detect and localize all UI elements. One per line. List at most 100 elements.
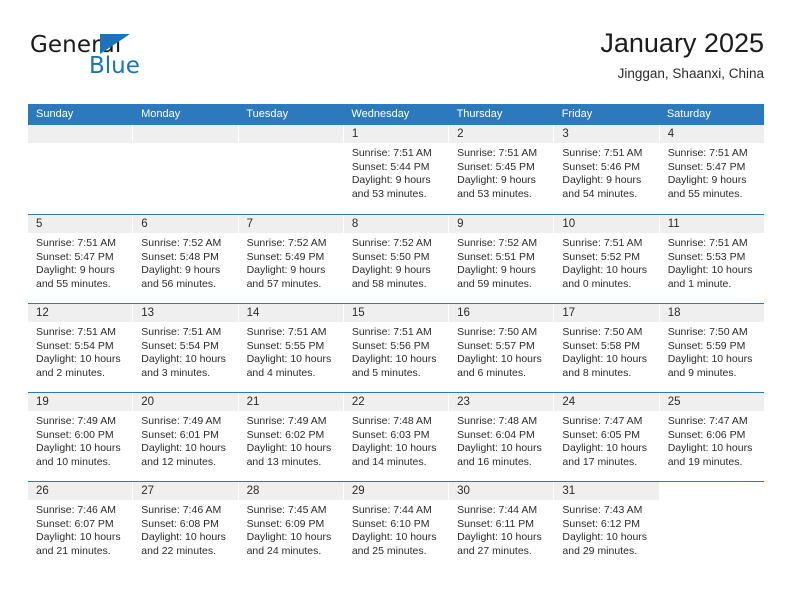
- day-number: 11: [659, 215, 764, 233]
- day-sunset-text: Sunset: 6:11 PM: [457, 517, 534, 530]
- calendar-grid: Sunday Monday Tuesday Wednesday Thursday Frid…: [28, 104, 764, 570]
- day-daylight2-text: and 17 minutes.: [562, 455, 638, 468]
- day-sunrise-text: Sunrise: 7:49 AM: [141, 415, 222, 427]
- day-daylight1-text: Daylight: 10 hours: [457, 531, 542, 544]
- day-sunset-text: Sunset: 5:56 PM: [351, 339, 430, 352]
- calendar-day-cell[interactable]: 17 Sunrise: 7:50 AM Sunset: 5:58 PM Dayligh…: [554, 304, 659, 392]
- day-number: 22: [343, 393, 449, 411]
- weekday-header-friday: Friday: [561, 108, 593, 120]
- day-daylight1-text: Daylight: 10 hours: [246, 531, 332, 544]
- calendar-day-cell[interactable]: 31 Sunrise: 7:43 AM Sunset: 6:12 PM Dayligh…: [554, 482, 659, 570]
- calendar-day-cell[interactable]: 1 Sunrise: 7:51 AM Sunset: 5:44 PM Daylight…: [343, 125, 449, 214]
- weekday-header-tuesday: Tuesday: [246, 108, 289, 120]
- calendar-day-cell[interactable]: 12 Sunrise: 7:51 AM Sunset: 5:54 PM Dayligh…: [28, 304, 133, 392]
- calendar-day-cell[interactable]: 16 Sunrise: 7:50 AM Sunset: 5:57 PM Dayligh…: [449, 304, 554, 392]
- day-sunrise-text: Sunrise: 7:51 AM: [562, 147, 643, 159]
- day-sunrise-text: Sunrise: 7:49 AM: [246, 415, 327, 427]
- calendar-day-cell[interactable]: 7 Sunrise: 7:52 AM Sunset: 5:49 PM Daylight…: [238, 215, 343, 303]
- day-sunrise-text: Sunrise: 7:46 AM: [36, 504, 116, 516]
- day-sunset-text: Sunset: 5:45 PM: [457, 160, 535, 173]
- calendar-week-row: 26 Sunrise: 7:46 AM Sunset: 6:07 PM Dayligh…: [28, 481, 764, 570]
- logo-text-blue: Blue: [89, 53, 140, 79]
- day-number: 8: [343, 215, 449, 233]
- calendar-day-cell[interactable]: 2 Sunrise: 7:51 AM Sunset: 5:45 PM Daylight…: [449, 125, 554, 214]
- day-sunset-text: Sunset: 5:58 PM: [562, 339, 641, 352]
- calendar-day-cell[interactable]: 29 Sunrise: 7:44 AM Sunset: 6:10 PM Dayligh…: [343, 482, 449, 570]
- day-number: 1: [343, 125, 449, 143]
- day-daylight1-text: Daylight: 10 hours: [562, 353, 648, 366]
- page-title: January 2025: [600, 28, 764, 58]
- day-daylight1-text: Daylight: 10 hours: [36, 353, 121, 366]
- day-sun-info: Sunrise: 7:52 AM Sunset: 5:50 PM Daylight:…: [344, 233, 448, 291]
- day-daylight1-text: Daylight: 10 hours: [562, 531, 648, 544]
- day-daylight2-text: and 5 minutes.: [351, 366, 421, 379]
- day-sunrise-text: Sunrise: 7:51 AM: [562, 237, 643, 249]
- day-sunset-text: Sunset: 6:00 PM: [36, 428, 114, 441]
- calendar-day-cell[interactable]: 18 Sunrise: 7:50 AM Sunset: 5:59 PM Dayligh…: [659, 304, 764, 392]
- day-sun-info: Sunrise: 7:50 AM Sunset: 5:59 PM Daylight:…: [660, 322, 764, 380]
- day-daylight2-text: and 16 minutes.: [457, 455, 532, 468]
- day-sunrise-text: Sunrise: 7:48 AM: [351, 415, 432, 427]
- calendar-day-cell[interactable]: 19 Sunrise: 7:49 AM Sunset: 6:00 PM Dayligh…: [28, 393, 133, 481]
- day-daylight2-text: and 25 minutes.: [351, 544, 427, 557]
- calendar-day-cell[interactable]: 22 Sunrise: 7:48 AM Sunset: 6:03 PM Dayligh…: [343, 393, 449, 481]
- calendar-day-cell[interactable]: 26 Sunrise: 7:46 AM Sunset: 6:07 PM Dayligh…: [28, 482, 133, 570]
- day-daylight1-text: Daylight: 9 hours: [36, 264, 115, 277]
- weekday-header-thursday: Thursday: [456, 108, 503, 120]
- day-sunrise-text: Sunrise: 7:44 AM: [351, 504, 432, 516]
- day-daylight1-text: Daylight: 10 hours: [562, 264, 648, 277]
- day-sunset-text: Sunset: 5:44 PM: [351, 160, 430, 173]
- calendar-page: General Blue January 2025 Jinggan, Shaan…: [0, 0, 792, 612]
- calendar-day-cell[interactable]: 10 Sunrise: 7:51 AM Sunset: 5:52 PM Dayligh…: [554, 215, 659, 303]
- day-sun-info: Sunrise: 7:51 AM Sunset: 5:44 PM Daylight:…: [344, 143, 448, 201]
- day-number: 5: [28, 215, 133, 233]
- calendar-day-cell[interactable]: 28 Sunrise: 7:45 AM Sunset: 6:09 PM Dayligh…: [238, 482, 343, 570]
- calendar-day-cell[interactable]: 27 Sunrise: 7:46 AM Sunset: 6:08 PM Dayligh…: [133, 482, 238, 570]
- calendar-day-cell[interactable]: 21 Sunrise: 7:49 AM Sunset: 6:02 PM Dayligh…: [238, 393, 343, 481]
- calendar-day-cell[interactable]: 23 Sunrise: 7:48 AM Sunset: 6:04 PM Dayligh…: [449, 393, 554, 481]
- day-sunset-text: Sunset: 6:08 PM: [141, 517, 219, 530]
- calendar-day-cell[interactable]: 15 Sunrise: 7:51 AM Sunset: 5:56 PM Dayligh…: [343, 304, 449, 392]
- calendar-week-row: 19 Sunrise: 7:49 AM Sunset: 6:00 PM Dayligh…: [28, 392, 764, 481]
- calendar-day-cell[interactable]: 11 Sunrise: 7:51 AM Sunset: 5:53 PM Dayligh…: [659, 215, 764, 303]
- day-sunset-text: Sunset: 5:48 PM: [141, 250, 219, 263]
- day-sun-info: Sunrise: 7:47 AM Sunset: 6:06 PM Daylight:…: [660, 411, 764, 469]
- day-sunrise-text: Sunrise: 7:51 AM: [36, 237, 116, 249]
- day-number: 10: [554, 215, 659, 233]
- calendar-day-cell[interactable]: 25 Sunrise: 7:47 AM Sunset: 6:06 PM Dayligh…: [659, 393, 764, 481]
- calendar-day-cell[interactable]: 30 Sunrise: 7:44 AM Sunset: 6:11 PM Dayligh…: [449, 482, 554, 570]
- day-sunrise-text: Sunrise: 7:50 AM: [667, 326, 748, 338]
- calendar-day-cell[interactable]: 13 Sunrise: 7:51 AM Sunset: 5:54 PM Dayligh…: [133, 304, 238, 392]
- day-daylight1-text: Daylight: 10 hours: [457, 442, 542, 455]
- day-daylight2-text: and 54 minutes.: [562, 187, 638, 200]
- calendar-day-cell[interactable]: 24 Sunrise: 7:47 AM Sunset: 6:05 PM Dayligh…: [554, 393, 659, 481]
- day-sunrise-text: Sunrise: 7:51 AM: [246, 326, 327, 338]
- day-daylight2-text: and 58 minutes.: [351, 277, 427, 290]
- day-number: 26: [28, 482, 133, 500]
- day-daylight1-text: Daylight: 9 hours: [667, 174, 747, 187]
- calendar-day-cell[interactable]: 14 Sunrise: 7:51 AM Sunset: 5:55 PM Dayligh…: [238, 304, 343, 392]
- day-number: 24: [554, 393, 659, 411]
- weekday-header-wednesday: Wednesday: [351, 108, 410, 120]
- brand-logo[interactable]: General Blue: [28, 32, 208, 90]
- day-daylight2-text: and 6 minutes.: [457, 366, 527, 379]
- day-sun-info: Sunrise: 7:45 AM Sunset: 6:09 PM Daylight:…: [239, 500, 343, 558]
- day-sun-info: Sunrise: 7:43 AM Sunset: 6:12 PM Daylight:…: [554, 500, 658, 558]
- calendar-day-cell[interactable]: 20 Sunrise: 7:49 AM Sunset: 6:01 PM Dayligh…: [133, 393, 238, 481]
- day-sunrise-text: Sunrise: 7:52 AM: [351, 237, 432, 249]
- day-sunset-text: Sunset: 6:05 PM: [562, 428, 641, 441]
- calendar-day-cell[interactable]: 9 Sunrise: 7:52 AM Sunset: 5:51 PM Daylight…: [449, 215, 554, 303]
- calendar-day-cell[interactable]: 8 Sunrise: 7:52 AM Sunset: 5:50 PM Daylight…: [343, 215, 449, 303]
- day-daylight1-text: Daylight: 10 hours: [562, 442, 648, 455]
- day-daylight1-text: Daylight: 10 hours: [667, 353, 753, 366]
- day-number: 4: [659, 125, 764, 143]
- day-daylight1-text: Daylight: 10 hours: [36, 442, 121, 455]
- calendar-day-cell[interactable]: 4 Sunrise: 7:51 AM Sunset: 5:47 PM Daylight…: [659, 125, 764, 214]
- calendar-day-cell[interactable]: 5 Sunrise: 7:51 AM Sunset: 5:47 PM Daylight…: [28, 215, 133, 303]
- calendar-day-cell[interactable]: 3 Sunrise: 7:51 AM Sunset: 5:46 PM Daylight…: [554, 125, 659, 214]
- day-sunset-text: Sunset: 6:02 PM: [246, 428, 325, 441]
- day-sun-info: Sunrise: 7:47 AM Sunset: 6:05 PM Daylight:…: [554, 411, 658, 469]
- calendar-day-cell[interactable]: 6 Sunrise: 7:52 AM Sunset: 5:48 PM Daylight…: [133, 215, 238, 303]
- day-sunrise-text: Sunrise: 7:51 AM: [667, 237, 748, 249]
- day-daylight1-text: Daylight: 9 hours: [246, 264, 326, 277]
